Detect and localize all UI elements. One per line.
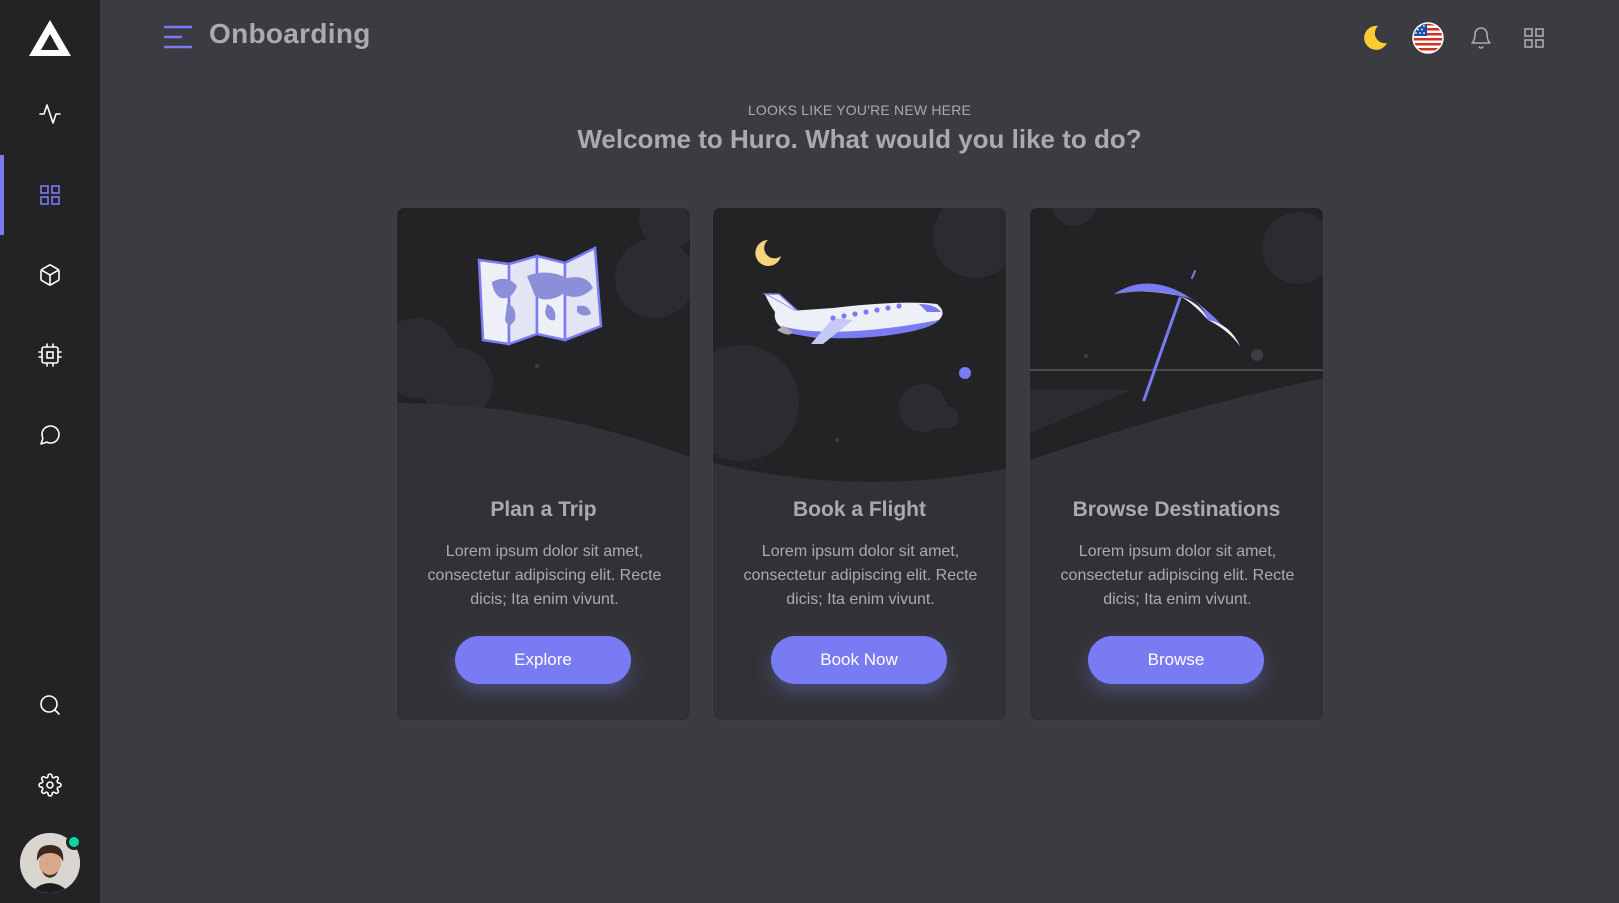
cpu-icon — [38, 343, 62, 367]
card-description: Lorem ipsum dolor sit amet, consectetur … — [427, 543, 662, 608]
sidebar-item-elements[interactable] — [0, 315, 100, 395]
page-title: Onboarding — [209, 18, 371, 49]
card-title: Book a Flight — [793, 498, 926, 521]
message-circle-icon — [40, 425, 60, 445]
online-status-dot — [66, 834, 82, 850]
user-avatar-button[interactable] — [20, 833, 82, 893]
browse-button[interactable]: Browse — [1088, 636, 1264, 684]
card-title: Plan a Trip — [490, 498, 597, 521]
sidebar-item-dashboard[interactable] — [0, 155, 100, 235]
sidebar-item-components[interactable] — [0, 235, 100, 315]
sidebar-item-messages[interactable] — [0, 395, 100, 475]
menu-toggle-icon[interactable] — [164, 24, 192, 50]
beach-umbrella-illustration — [1030, 208, 1323, 488]
bell-icon — [1471, 27, 1491, 49]
sidebar-search-button[interactable] — [0, 665, 100, 745]
settings-icon — [38, 773, 62, 797]
search-icon — [40, 695, 60, 715]
card-plan-trip: Plan a Trip Lorem ipsum dolor sit amet, … — [396, 207, 691, 721]
box-icon — [40, 264, 60, 286]
moon-icon — [1364, 25, 1387, 50]
airplane-illustration — [713, 208, 1006, 488]
intro-eyebrow: LOOKS LIKE YOU'RE NEW HERE — [747, 102, 972, 118]
card-description: Lorem ipsum dolor sit amet, consectetur … — [1060, 543, 1295, 608]
book-now-button[interactable]: Book Now — [771, 636, 947, 684]
sidebar-settings-button[interactable] — [0, 745, 100, 825]
folded-map-illustration — [397, 208, 690, 488]
card-browse-destinations: Browse Destinations Lorem ipsum dolor si… — [1029, 207, 1324, 721]
dark-mode-toggle[interactable] — [1357, 20, 1393, 56]
notifications-button[interactable] — [1463, 20, 1499, 56]
card-description: Lorem ipsum dolor sit amet, consectetur … — [743, 543, 978, 608]
us-flag-icon — [1412, 22, 1444, 54]
welcome-heading: Welcome to Huro. What would you like to … — [577, 124, 1142, 154]
language-selector[interactable] — [1410, 20, 1446, 56]
huro-logo[interactable] — [28, 18, 72, 58]
card-title: Browse Destinations — [1072, 498, 1281, 521]
grid-icon — [40, 185, 60, 205]
card-book-flight: Book a Flight Lorem ipsum dolor sit amet… — [712, 207, 1007, 721]
apps-button[interactable] — [1516, 20, 1552, 56]
explore-button[interactable]: Explore — [455, 636, 631, 684]
apps-grid-icon — [1524, 28, 1544, 48]
